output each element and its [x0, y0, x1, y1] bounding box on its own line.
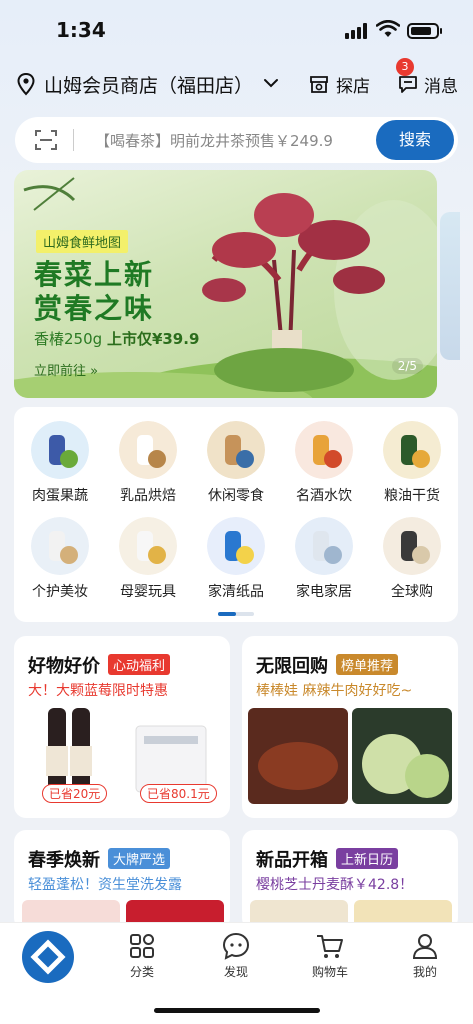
- hero-banner[interactable]: 山姆食鲜地图 春菜上新 赏春之味 香椿250g 上市仅¥39.9 立即前往 » …: [14, 170, 437, 398]
- location-pin-icon: [17, 72, 35, 96]
- category-item[interactable]: 母婴玩具: [104, 517, 192, 601]
- banner-title-line1: 春菜上新: [34, 258, 155, 291]
- category-item[interactable]: 肉蛋果蔬: [16, 421, 104, 505]
- banner-page-indicator: 2/5: [391, 358, 423, 374]
- promo-tag: 上新日历: [336, 848, 399, 869]
- promo-subtitle: 棒棒娃 麻辣牛肉好好吃~: [256, 683, 413, 699]
- promo-subtitle: 樱桃芝士丹麦酥￥42.8！: [256, 877, 414, 893]
- tab-label: 分类: [129, 965, 154, 979]
- banner-tag: 山姆食鲜地图: [36, 230, 129, 253]
- produce-icon: [31, 421, 89, 479]
- category-item[interactable]: 家清纸品: [192, 517, 280, 601]
- promo-card-spring[interactable]: 春季焕新 大牌严选 轻盈蓬松！资生堂洗发露: [14, 830, 230, 930]
- baby-icon: [119, 517, 177, 575]
- category-label: 名酒水饮: [296, 488, 352, 504]
- category-grid-icon: [130, 934, 154, 958]
- home-tab[interactable]: [22, 931, 74, 983]
- banner-product: 香椿250g: [34, 330, 103, 348]
- next-banner-peek: [440, 212, 460, 360]
- snacks-icon: [207, 421, 265, 479]
- dairy-icon: [119, 421, 177, 479]
- store-icon: [310, 76, 328, 93]
- category-item[interactable]: 休闲零食: [192, 421, 280, 505]
- category-item[interactable]: 全球购: [368, 517, 456, 601]
- message-badge: 3: [396, 58, 414, 76]
- promo-title: 无限回购: [256, 656, 328, 677]
- search-bar[interactable]: 【喝春茶】明前龙井茶预售￥249.9 搜索: [15, 117, 458, 163]
- profile-icon: [412, 934, 438, 959]
- save-badge: 已省80.1元: [140, 784, 217, 803]
- category-item[interactable]: 个护美妆: [16, 517, 104, 601]
- message-icon: [399, 76, 417, 93]
- banner-title-line2: 赏春之味: [34, 292, 155, 325]
- banner-title: 春菜上新 赏春之味: [34, 258, 154, 326]
- category-page-indicator: [218, 612, 254, 616]
- signal-icon: [345, 23, 371, 39]
- home-indicator: [154, 1008, 320, 1013]
- cleaning-icon: [207, 517, 265, 575]
- promo-card-repurchase[interactable]: 无限回购 榜单推荐 棒棒娃 麻辣牛肉好好吃~: [242, 636, 458, 818]
- category-label: 粮油干货: [384, 488, 440, 504]
- promo-tag: 大牌严选: [108, 848, 171, 869]
- tab-label: 我的: [412, 965, 437, 979]
- category-label: 家清纸品: [208, 584, 264, 600]
- message-label: 消息: [424, 76, 458, 97]
- drinks-icon: [295, 421, 353, 479]
- global-icon: [383, 517, 441, 575]
- category-label: 肉蛋果蔬: [32, 488, 88, 504]
- tab-category[interactable]: 分类: [112, 931, 172, 980]
- banner-cta[interactable]: 立即前往 »: [34, 360, 98, 379]
- shopping-cart-icon: [317, 935, 343, 958]
- tab-profile[interactable]: 我的: [395, 931, 455, 980]
- home-logo-icon: [30, 939, 66, 975]
- promo-title: 春季焕新: [28, 850, 100, 871]
- search-button[interactable]: 搜索: [376, 120, 454, 160]
- category-item[interactable]: 粮油干货: [368, 421, 456, 505]
- promo-products-image: [248, 708, 452, 804]
- wifi-icon: [376, 20, 400, 37]
- tab-label: 购物车: [311, 965, 348, 979]
- category-label: 个护美妆: [32, 584, 88, 600]
- promo-tag: 榜单推荐: [336, 654, 399, 675]
- promo-card-new[interactable]: 新品开箱 上新日历 樱桃芝士丹麦酥￥42.8！: [242, 830, 458, 930]
- appliance-icon: [295, 517, 353, 575]
- tab-label: 发现: [223, 965, 248, 979]
- battery-icon: [407, 23, 442, 39]
- promo-title: 新品开箱: [256, 850, 328, 871]
- category-item[interactable]: 家电家居: [280, 517, 368, 601]
- beauty-icon: [31, 517, 89, 575]
- category-list: 肉蛋果蔬 乳品烘焙 休闲零食 名酒水饮 粮油干货个护美妆 母婴玩具 家清纸品 家电家居 全球购: [14, 421, 458, 601]
- chevron-down-icon[interactable]: [262, 74, 280, 92]
- category-label: 家电家居: [296, 584, 352, 600]
- oil-icon: [383, 421, 441, 479]
- category-item[interactable]: 乳品烘焙: [104, 421, 192, 505]
- promo-title: 好物好价: [28, 656, 100, 677]
- category-label: 母婴玩具: [120, 584, 176, 600]
- tab-discover[interactable]: 发现: [206, 931, 266, 980]
- category-grid: 肉蛋果蔬 乳品烘焙 休闲零食 名酒水饮 粮油干货个护美妆 母婴玩具 家清纸品 家电家居 全球购: [14, 407, 458, 622]
- category-label: 休闲零食: [208, 488, 264, 504]
- banner-price: 上市仅¥39.9: [106, 330, 200, 348]
- category-label: 全球购: [391, 584, 433, 600]
- search-input[interactable]: 【喝春茶】明前龙井茶预售￥249.9: [95, 130, 333, 151]
- discover-chat-icon: [222, 932, 250, 960]
- store-selector[interactable]: 山姆会员商店（福田店）: [44, 71, 253, 98]
- promo-tag: 心动福利: [108, 654, 171, 675]
- category-item[interactable]: 名酒水饮: [280, 421, 368, 505]
- tab-cart[interactable]: 购物车: [300, 931, 360, 980]
- explore-label: 探店: [336, 76, 370, 97]
- banner-subtitle: 香椿250g 上市仅¥39.9: [34, 328, 199, 349]
- status-bar: 1:34: [0, 0, 473, 60]
- search-divider: [73, 129, 74, 151]
- promo-card-deals[interactable]: 好物好价 心动福利 大！大颗蓝莓限时特惠 已省20元 已省80.1元: [14, 636, 230, 818]
- explore-store-button[interactable]: 探店: [308, 70, 370, 98]
- category-label: 乳品烘焙: [120, 488, 176, 504]
- promo-subtitle: 轻盈蓬松！资生堂洗发露: [28, 877, 182, 893]
- scan-icon[interactable]: [35, 129, 57, 151]
- save-badge: 已省20元: [42, 784, 108, 803]
- promo-subtitle: 大！大颗蓝莓限时特惠: [28, 683, 168, 699]
- status-time: 1:34: [56, 18, 106, 42]
